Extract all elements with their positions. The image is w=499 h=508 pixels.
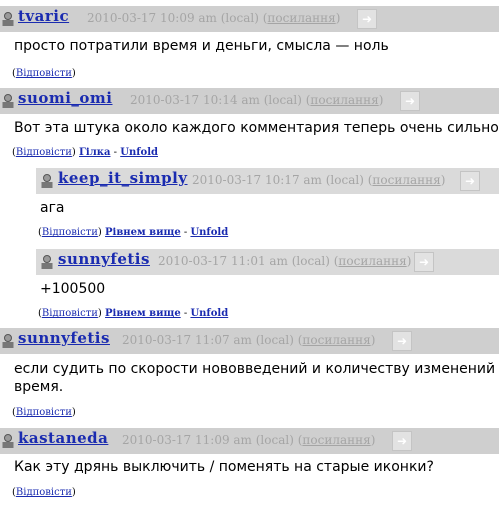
thread-link[interactable]: Гілка — [79, 147, 110, 158]
username-link[interactable]: sunnyfetis — [58, 250, 150, 268]
arrow-icon[interactable]: ➜ — [357, 9, 377, 29]
reply-link[interactable]: Відповісти — [42, 227, 98, 238]
user-icon[interactable] — [1, 433, 15, 449]
comment-text: ага — [40, 200, 65, 216]
comment-text: время. — [14, 379, 64, 395]
comment-header: keep_it_simply 2010-03-17 10:17 am (loca… — [36, 168, 499, 194]
reply-link[interactable]: Відповісти — [16, 407, 72, 418]
parent-link[interactable]: Рівнем вище — [105, 308, 181, 319]
comment-text: если судить по скорости нововведений и к… — [14, 361, 499, 377]
username-link[interactable]: sunnyfetis — [18, 329, 110, 347]
unfold-link[interactable]: Unfold — [190, 227, 228, 238]
user-icon[interactable] — [1, 93, 15, 109]
user-icon[interactable] — [40, 254, 54, 270]
comment-header: kastaneda 2010-03-17 11:09 am (local) (п… — [0, 428, 499, 454]
comment-text: просто потратили время и деньги, смысла … — [14, 38, 389, 54]
comment-header: sunnyfetis 2010-03-17 11:01 am (local) (… — [36, 249, 499, 275]
user-icon[interactable] — [1, 11, 15, 27]
arrow-icon[interactable]: ➜ — [460, 171, 480, 191]
unfold-link[interactable]: Unfold — [190, 308, 228, 319]
permalink[interactable]: посилання — [338, 254, 406, 268]
permalink[interactable]: посилання — [302, 433, 370, 447]
comment-actions: (Відповісти) Гілка - Unfold — [12, 147, 158, 158]
comment-actions: (Відповісти) Рівнем вище - Unfold — [38, 308, 229, 319]
comment-header: sunnyfetis 2010-03-17 11:07 am (local) (… — [0, 328, 499, 354]
comment-meta: 2010-03-17 11:07 am (local) (посилання) — [122, 333, 376, 347]
permalink[interactable]: посилання — [302, 333, 370, 347]
arrow-icon[interactable]: ➜ — [392, 331, 412, 351]
username-link[interactable]: kastaneda — [18, 429, 108, 447]
user-icon[interactable] — [40, 173, 54, 189]
arrow-icon[interactable]: ➜ — [400, 91, 420, 111]
comment-header: tvaric 2010-03-17 10:09 am (local) (поси… — [0, 6, 499, 32]
parent-link[interactable]: Рівнем вище — [105, 227, 181, 238]
comment-text: +100500 — [40, 281, 106, 297]
reply-link[interactable]: Відповісти — [16, 68, 72, 79]
comment-actions: (Відповісти) Рівнем вище - Unfold — [38, 227, 229, 238]
comment-meta: 2010-03-17 11:09 am (local) (посилання) — [122, 433, 376, 447]
reply-link[interactable]: Відповісти — [42, 308, 98, 319]
comment-meta: 2010-03-17 10:17 am (local) (посилання) — [192, 173, 446, 187]
arrow-icon[interactable]: ➜ — [414, 252, 434, 272]
comment-header: suomi_omi 2010-03-17 10:14 am (local) (п… — [0, 88, 499, 114]
permalink[interactable]: посилання — [310, 93, 378, 107]
comment-meta: 2010-03-17 10:09 am (local) (посилання) — [87, 11, 341, 25]
arrow-icon[interactable]: ➜ — [392, 431, 412, 451]
comment-meta: 2010-03-17 10:14 am (local) (посилання) — [130, 93, 384, 107]
permalink[interactable]: посилання — [372, 173, 440, 187]
username-link[interactable]: keep_it_simply — [58, 169, 188, 187]
comment-actions: (Відповісти) — [12, 487, 76, 498]
comment-actions: (Відповісти) — [12, 68, 76, 79]
reply-link[interactable]: Відповісти — [16, 147, 72, 158]
comment-text: Вот эта штука около каждого комментария … — [14, 120, 499, 136]
reply-link[interactable]: Відповісти — [16, 487, 72, 498]
user-icon[interactable] — [1, 333, 15, 349]
unfold-link[interactable]: Unfold — [120, 147, 158, 158]
comment-text: Как эту дрянь выключить / поменять на ст… — [14, 459, 434, 475]
permalink[interactable]: посилання — [267, 11, 335, 25]
comment-actions: (Відповісти) — [12, 407, 76, 418]
comment-meta: 2010-03-17 11:01 am (local) (посилання) — [158, 254, 412, 268]
username-link[interactable]: tvaric — [18, 7, 69, 25]
username-link[interactable]: suomi_omi — [18, 89, 113, 107]
